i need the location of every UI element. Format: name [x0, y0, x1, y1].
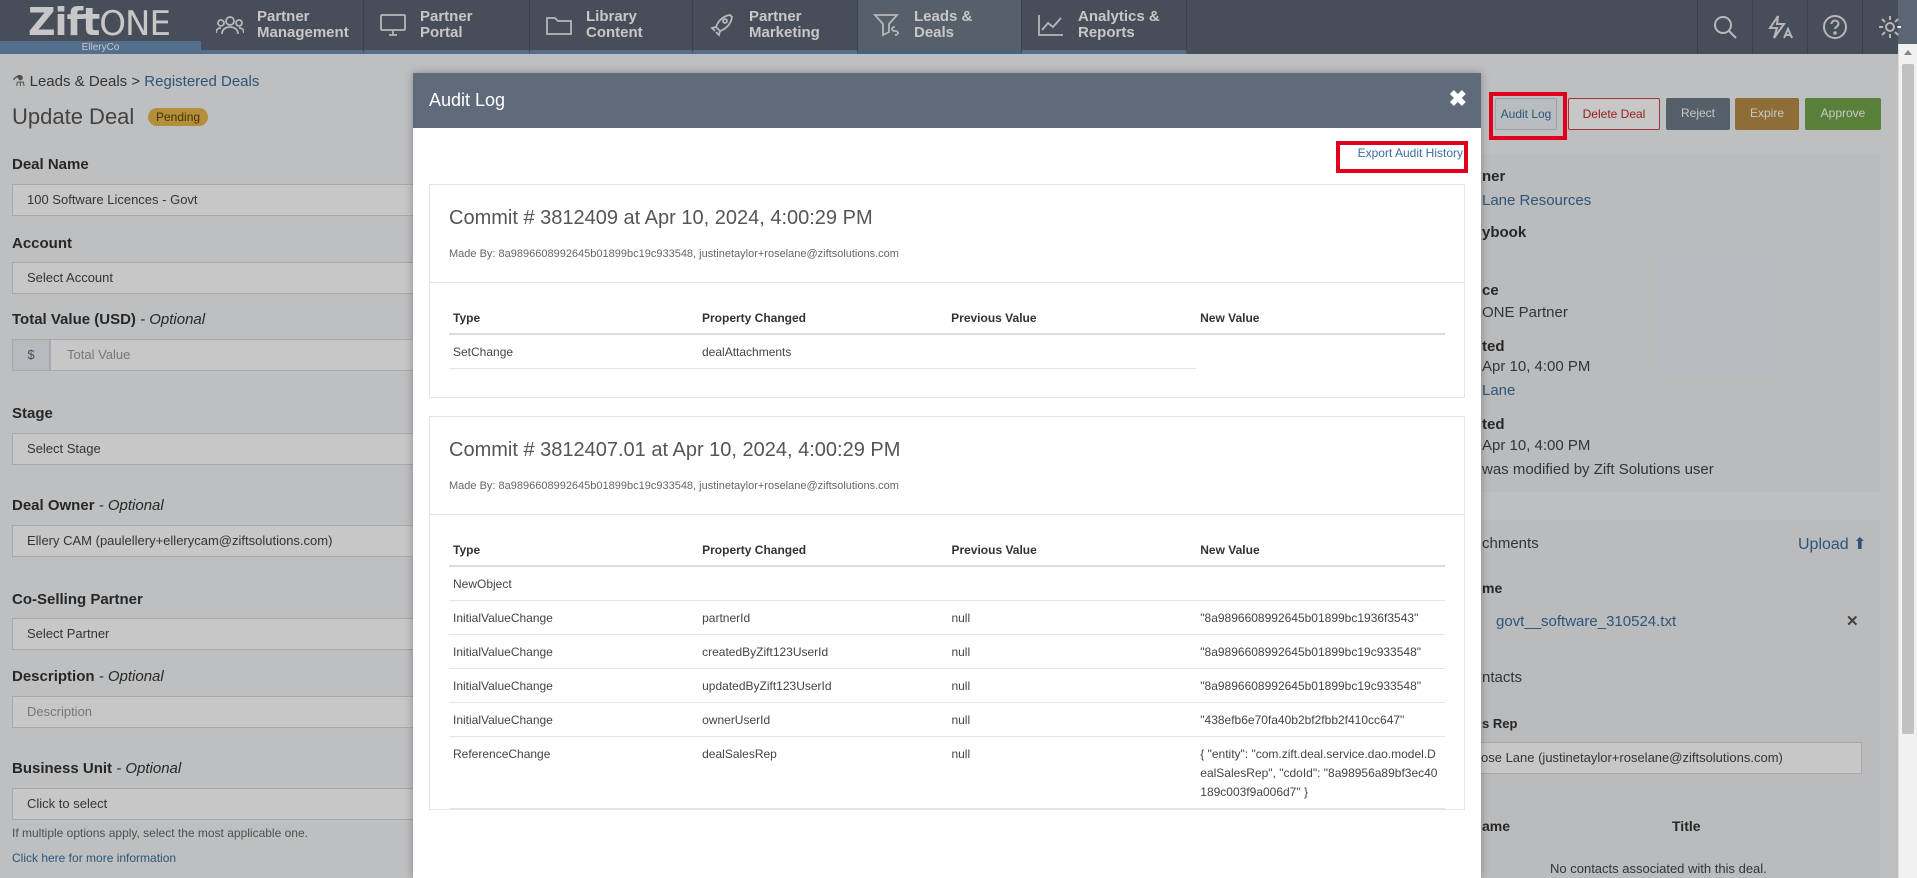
commit-header: Commit # 3812407.01 at Apr 10, 2024, 4:0… — [430, 417, 1464, 515]
column-property-changed: Property Changed — [698, 535, 948, 567]
cell-new: "8a9896608992645b01899bc19c933548" — [1196, 634, 1445, 669]
table-row: InitialValueChange ownerUserId null "438… — [449, 702, 1445, 737]
scrollbar-thumb[interactable] — [1902, 64, 1914, 734]
commit-title: Commit # 3812407.01 at Apr 10, 2024, 4:0… — [449, 439, 901, 461]
column-type: Type — [449, 303, 698, 335]
table-row: InitialValueChange updatedByZift123UserI… — [449, 668, 1445, 703]
audit-log-highlight — [1489, 92, 1567, 140]
column-property-changed: Property Changed — [698, 303, 948, 335]
cell-property: partnerId — [698, 600, 948, 635]
column-previous-value: Previous Value — [947, 535, 1197, 567]
cell-new: "438efb6e70fa40b2bf2fbb2f410cc647" — [1196, 702, 1445, 737]
close-icon[interactable]: ✖ — [1449, 87, 1467, 111]
commit-card: Commit # 3812407.01 at Apr 10, 2024, 4:0… — [429, 416, 1465, 810]
table-row: NewObject — [449, 566, 1445, 601]
commit-card: Commit # 3812409 at Apr 10, 2024, 4:00:2… — [429, 184, 1465, 398]
column-new-value: New Value — [1196, 535, 1445, 567]
commit-made-by: Made By: 8a9896608992645b01899bc19c93354… — [449, 480, 899, 492]
cell-type: InitialValueChange — [449, 634, 699, 669]
commit-made-by: Made By: 8a9896608992645b01899bc19c93354… — [449, 248, 899, 260]
commit-title: Commit # 3812409 at Apr 10, 2024, 4:00:2… — [449, 207, 873, 229]
cell-type: InitialValueChange — [449, 702, 699, 737]
cell-type: InitialValueChange — [449, 668, 699, 703]
cell-type: NewObject — [449, 566, 699, 601]
cell-property: updatedByZift123UserId — [698, 668, 948, 703]
cell-previous: null — [947, 634, 1197, 669]
cell-new: "8a9896608992645b01899bc19c933548" — [1196, 668, 1445, 703]
modal-title: Audit Log — [429, 90, 506, 110]
cell-previous: null — [947, 600, 1197, 635]
table-row: InitialValueChange createdByZift123UserI… — [449, 634, 1445, 669]
audit-log-modal: Audit Log ✖ Export Audit History Commit … — [413, 73, 1481, 878]
cell-type: InitialValueChange — [449, 600, 699, 635]
commit-header: Commit # 3812409 at Apr 10, 2024, 4:00:2… — [430, 185, 1464, 283]
cell-property: dealAttachments — [698, 334, 948, 369]
column-new-value: New Value — [1196, 303, 1445, 335]
table-row: ReferenceChange dealSalesRep null { "ent… — [449, 736, 1445, 809]
cell-new — [1196, 334, 1445, 369]
cell-property: ownerUserId — [698, 702, 948, 737]
cell-property: dealSalesRep — [698, 736, 948, 809]
cell-previous: null — [947, 736, 1197, 809]
cell-new — [1196, 566, 1445, 601]
commit-changes-table: Type Property Changed Previous Value New… — [449, 535, 1445, 809]
cell-property: createdByZift123UserId — [698, 634, 948, 669]
export-highlight — [1336, 141, 1468, 173]
column-previous-value: Previous Value — [947, 303, 1197, 335]
cell-type: ReferenceChange — [449, 736, 699, 809]
cell-previous — [947, 334, 1197, 369]
cell-previous: null — [947, 668, 1197, 703]
commit-changes-table: Type Property Changed Previous Value New… — [449, 303, 1445, 369]
cell-property — [698, 566, 948, 601]
cell-previous: null — [947, 702, 1197, 737]
table-row: SetChange dealAttachments — [449, 334, 1445, 369]
page-scrollbar[interactable] — [1898, 44, 1917, 878]
cell-new: "8a9896608992645b01899bc1936f3543" — [1196, 600, 1445, 635]
scroll-up-arrow-icon[interactable] — [1904, 50, 1912, 55]
cell-new: { "entity": "com.zift.deal.service.dao.m… — [1196, 736, 1445, 809]
modal-header: Audit Log ✖ — [413, 73, 1481, 128]
column-type: Type — [449, 535, 699, 567]
cell-previous — [947, 566, 1197, 601]
cell-type: SetChange — [449, 334, 698, 369]
table-row: InitialValueChange partnerId null "8a989… — [449, 600, 1445, 635]
